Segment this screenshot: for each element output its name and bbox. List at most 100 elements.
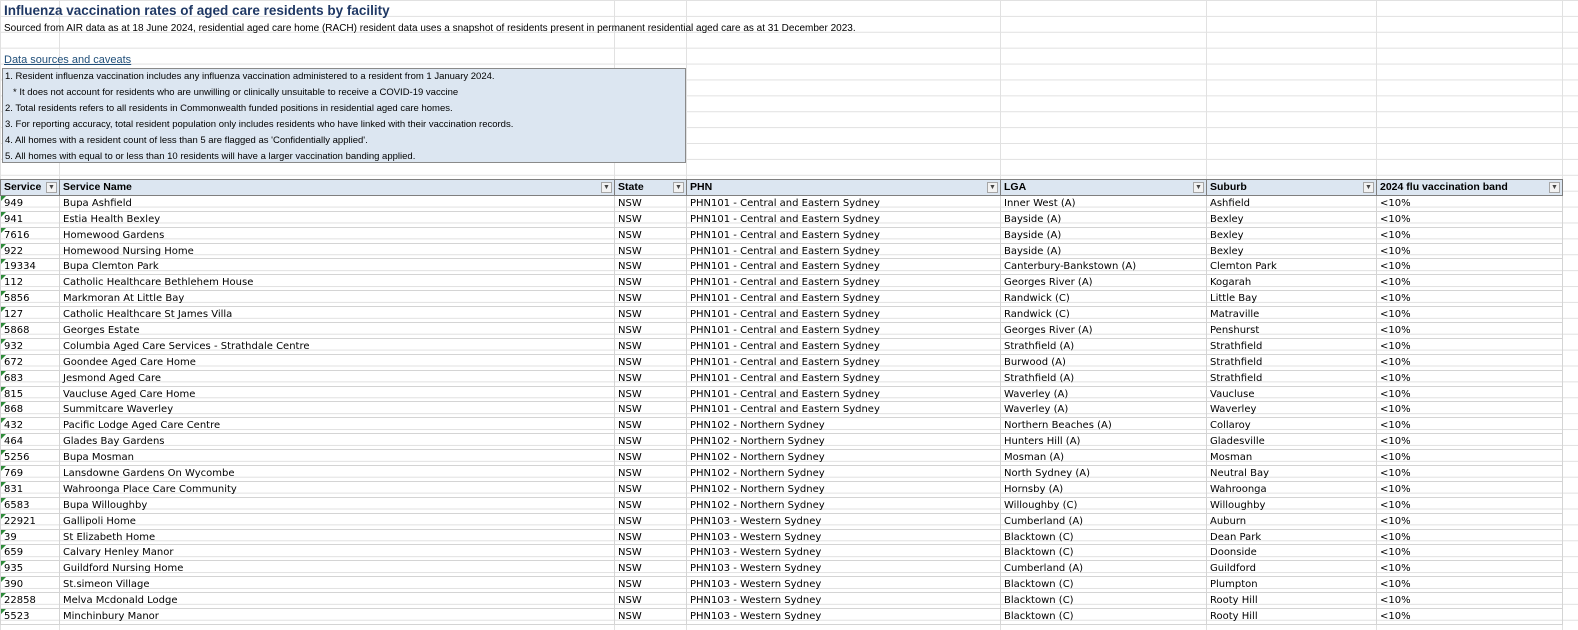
lga-cell[interactable]: Inner West (A) — [1000, 194, 1207, 212]
lga-cell[interactable]: Georges River (A) — [1000, 322, 1207, 339]
flu-band-cell[interactable]: <10% — [1376, 369, 1563, 387]
suburb-cell[interactable]: Strathfield — [1206, 369, 1377, 387]
lga-cell[interactable]: Waverley (A) — [1000, 385, 1207, 403]
service-id-cell[interactable]: 127 — [0, 306, 60, 324]
filter-dropdown-icon[interactable]: ▼ — [1193, 182, 1204, 193]
flu-band-cell[interactable]: <10% — [1376, 560, 1563, 578]
lga-cell[interactable]: Strathfield (A) — [1000, 337, 1207, 355]
flu-band-cell[interactable]: <10% — [1376, 194, 1563, 212]
service-name-cell[interactable]: Guildford Nursing Home — [59, 560, 615, 578]
suburb-cell[interactable]: Matraville — [1206, 306, 1377, 324]
lga-cell[interactable]: Bayside (A) — [1000, 226, 1207, 244]
service-id-cell[interactable]: 5856 — [0, 290, 60, 308]
service-name-cell[interactable]: St.simeon Village — [59, 576, 615, 594]
phn-cell[interactable]: PHN102 - Northern Sydney — [686, 496, 1001, 514]
suburb-cell[interactable]: Rooty Hill — [1206, 592, 1377, 610]
filter-dropdown-icon[interactable]: ▼ — [601, 182, 612, 193]
service-name-cell[interactable]: Gallipoli Home — [59, 512, 615, 530]
state-cell[interactable]: NSW — [614, 274, 687, 292]
phn-cell[interactable]: PHN103 - Western Sydney — [686, 560, 1001, 578]
suburb-cell[interactable]: Wahroonga — [1206, 480, 1377, 498]
filter-dropdown-icon[interactable]: ▼ — [673, 182, 684, 193]
service-id-cell[interactable]: 22858 — [0, 592, 60, 610]
service-name-cell[interactable]: Melva Mcdonald Lodge — [59, 592, 615, 610]
service-name-cell[interactable]: Catholic Healthcare Bethlehem House — [59, 274, 615, 292]
phn-cell[interactable]: PHN102 - Northern Sydney — [686, 417, 1001, 435]
suburb-cell[interactable]: Guildford — [1206, 560, 1377, 578]
service-name-cell[interactable]: Bupa Ashfield — [59, 194, 615, 212]
flu-band-cell[interactable]: <10% — [1376, 480, 1563, 498]
service-name-cell[interactable]: Homewood Nursing Home — [59, 242, 615, 260]
header-state[interactable]: State ▼ — [614, 179, 687, 196]
flu-band-cell[interactable]: <10% — [1376, 385, 1563, 403]
service-id-cell[interactable]: 390 — [0, 576, 60, 594]
flu-band-cell[interactable]: <10% — [1376, 242, 1563, 260]
suburb-cell[interactable]: Bexley — [1206, 210, 1377, 228]
suburb-cell[interactable]: Waverley — [1206, 401, 1377, 419]
flu-band-cell[interactable]: <10% — [1376, 258, 1563, 276]
service-id-cell[interactable]: 831 — [0, 480, 60, 498]
phn-cell[interactable]: PHN102 - Northern Sydney — [686, 480, 1001, 498]
service-id-cell[interactable]: 815 — [0, 385, 60, 403]
state-cell[interactable]: NSW — [614, 465, 687, 482]
service-id-cell[interactable]: 5256 — [0, 449, 60, 467]
service-name-cell[interactable]: Summitcare Waverley — [59, 401, 615, 419]
state-cell[interactable]: NSW — [614, 210, 687, 228]
filter-dropdown-icon[interactable]: ▼ — [1549, 182, 1560, 193]
header-lga[interactable]: LGA ▼ — [1000, 179, 1207, 196]
flu-band-cell[interactable]: <10% — [1376, 290, 1563, 308]
lga-cell[interactable]: Canterbury-Bankstown (A) — [1000, 258, 1207, 276]
flu-band-cell[interactable]: <10% — [1376, 544, 1563, 562]
state-cell[interactable]: NSW — [614, 385, 687, 403]
service-name-cell[interactable]: Homewood Gardens — [59, 226, 615, 244]
state-cell[interactable]: NSW — [614, 258, 687, 276]
phn-cell[interactable]: PHN102 - Northern Sydney — [686, 465, 1001, 482]
state-cell[interactable]: NSW — [614, 417, 687, 435]
flu-band-cell[interactable]: <10% — [1376, 512, 1563, 530]
suburb-cell[interactable]: Vaucluse — [1206, 385, 1377, 403]
suburb-cell[interactable]: Gladesville — [1206, 433, 1377, 451]
service-id-cell[interactable]: 932 — [0, 337, 60, 355]
lga-cell[interactable]: Randwick (C) — [1000, 290, 1207, 308]
service-id-cell[interactable]: 672 — [0, 353, 60, 371]
state-cell[interactable]: NSW — [614, 560, 687, 578]
service-name-cell[interactable]: Bupa Mosman — [59, 449, 615, 467]
service-id-cell[interactable]: 868 — [0, 401, 60, 419]
service-id-cell[interactable]: 7616 — [0, 226, 60, 244]
filter-dropdown-icon[interactable]: ▼ — [46, 182, 57, 193]
service-name-cell[interactable]: Vaucluse Aged Care Home — [59, 385, 615, 403]
service-name-cell[interactable]: Bupa Willoughby — [59, 496, 615, 514]
flu-band-cell[interactable]: <10% — [1376, 449, 1563, 467]
header-flu-band[interactable]: 2024 flu vaccination band ▼ — [1376, 179, 1563, 196]
phn-cell[interactable]: PHN101 - Central and Eastern Sydney — [686, 194, 1001, 212]
service-name-cell[interactable]: Jesmond Aged Care — [59, 369, 615, 387]
service-id-cell[interactable]: 39 — [0, 528, 60, 546]
suburb-cell[interactable]: Dean Park — [1206, 528, 1377, 546]
service-name-cell[interactable]: Markmoran At Little Bay — [59, 290, 615, 308]
header-service-name[interactable]: Service Name ▼ — [59, 179, 615, 196]
lga-cell[interactable]: Bayside (A) — [1000, 210, 1207, 228]
suburb-cell[interactable]: Bexley — [1206, 226, 1377, 244]
flu-band-cell[interactable]: <10% — [1376, 337, 1563, 355]
phn-cell[interactable]: PHN101 - Central and Eastern Sydney — [686, 210, 1001, 228]
flu-band-cell[interactable]: <10% — [1376, 592, 1563, 610]
service-id-cell[interactable]: 112 — [0, 274, 60, 292]
phn-cell[interactable]: PHN101 - Central and Eastern Sydney — [686, 306, 1001, 324]
flu-band-cell[interactable]: <10% — [1376, 322, 1563, 339]
state-cell[interactable]: NSW — [614, 306, 687, 324]
phn-cell[interactable]: PHN103 - Western Sydney — [686, 528, 1001, 546]
service-name-cell[interactable]: Minchinbury Manor — [59, 608, 615, 625]
service-name-cell[interactable]: Wahroonga Place Care Community — [59, 480, 615, 498]
state-cell[interactable]: NSW — [614, 512, 687, 530]
caveats-link[interactable]: Data sources and caveats — [4, 54, 131, 66]
phn-cell[interactable]: PHN101 - Central and Eastern Sydney — [686, 322, 1001, 339]
suburb-cell[interactable]: Bexley — [1206, 242, 1377, 260]
phn-cell[interactable]: PHN101 - Central and Eastern Sydney — [686, 242, 1001, 260]
lga-cell[interactable]: Randwick (C) — [1000, 306, 1207, 324]
state-cell[interactable]: NSW — [614, 544, 687, 562]
lga-cell[interactable]: Cumberland (A) — [1000, 560, 1207, 578]
flu-band-cell[interactable]: <10% — [1376, 210, 1563, 228]
lga-cell[interactable]: Hornsby (A) — [1000, 480, 1207, 498]
state-cell[interactable]: NSW — [614, 337, 687, 355]
filter-dropdown-icon[interactable]: ▼ — [987, 182, 998, 193]
